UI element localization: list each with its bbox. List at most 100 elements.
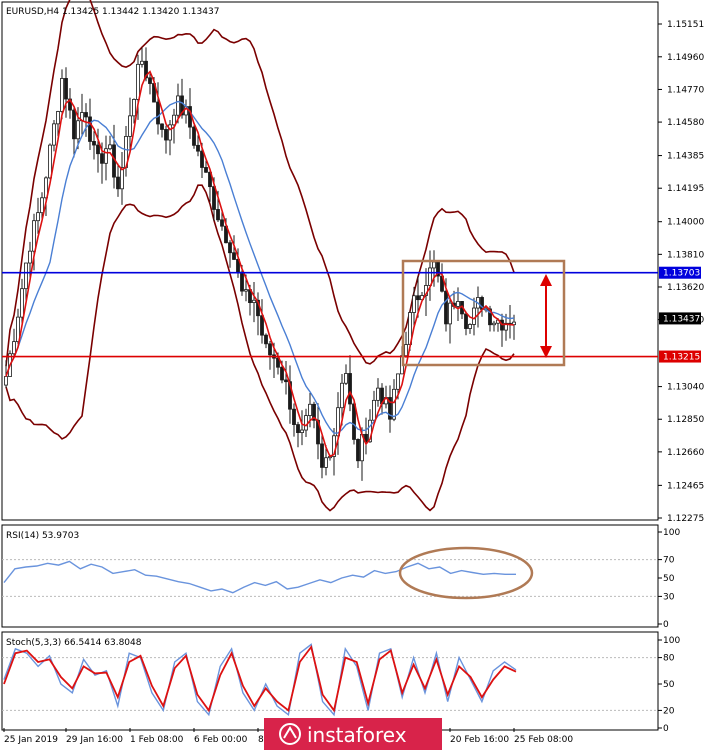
stoch-tick-label: 0 [663,724,669,734]
candle-body [325,458,328,468]
candle-body [29,251,32,263]
candle-body [229,243,232,253]
resistance-price-label: 1.13703 [663,269,700,279]
candle-body [25,263,28,289]
candle-body [293,409,296,424]
candle-body [161,124,164,129]
main-chart-header: EURUSD,H4 1.13425 1.13442 1.13420 1.1343… [6,7,219,17]
candle-body [89,117,92,142]
candle-body [73,110,76,139]
price-tick-label: 1.12850 [667,415,704,425]
candle-body [165,129,168,140]
rsi-tick-label: 30 [663,592,675,602]
chart-window: 1.151511.149601.147701.145801.143851.141… [0,0,704,750]
candle-body [465,314,468,329]
candle-body [61,78,64,111]
rsi-header: RSI(14) 53.9703 [6,531,79,541]
price-tick-label: 1.12275 [667,514,704,524]
price-tick-label: 1.13620 [667,283,704,293]
candle-body [321,444,324,468]
stoch-tick-label: 100 [663,636,680,646]
price-tick-label: 1.14960 [667,53,704,63]
candle-body [129,116,132,137]
price-tick-label: 1.13040 [667,383,704,393]
candle-body [393,389,396,419]
candle-body [349,373,352,403]
candle-body [417,296,420,300]
candle-body [373,400,376,420]
candle-body [85,113,88,117]
candle-body [41,198,44,213]
candle-body [305,416,308,430]
candle-body [53,124,56,145]
time-tick-label: 29 Jan 16:00 [66,735,123,745]
time-tick-label: 6 Feb 00:00 [194,735,248,745]
candle-body [121,167,124,188]
chart-canvas: 1.151511.149601.147701.145801.143851.141… [0,0,704,750]
candle-body [253,300,256,302]
price-tick-label: 1.14385 [667,152,704,162]
candle-body [297,425,300,433]
candle-body [105,149,108,164]
candle-body [457,301,460,306]
candle-body [265,335,268,344]
rsi-tick-label: 70 [663,556,675,566]
candle-body [5,376,8,385]
candle-body [57,111,60,123]
price-tick-label: 1.14195 [667,184,704,194]
candle-body [473,308,476,324]
candle-body [413,296,416,313]
stoch-tick-label: 20 [663,706,675,716]
rsi-tick-label: 0 [663,620,669,630]
candle-body [137,64,140,99]
candle-body [93,141,96,145]
price-tick-label: 1.12660 [667,448,704,458]
candle-body [205,167,208,172]
candle-body [449,303,452,324]
candle-body [261,316,264,335]
instaforex-watermark: instaforex [264,718,442,750]
candle-body [177,96,180,115]
candle-body [197,145,200,151]
candle-body [241,272,244,291]
candle-body [221,220,224,226]
rsi-tick-label: 100 [663,528,680,538]
price-tick-label: 1.14000 [667,218,704,228]
candle-body [281,367,284,380]
candle-body [149,78,152,84]
candle-body [33,221,36,251]
candle-body [345,373,348,383]
candle-body [49,145,52,178]
candle-body [157,102,160,124]
candle-body [217,209,220,219]
candle-body [245,290,248,291]
candle-body [233,253,236,260]
candle-body [133,99,136,115]
candle-body [493,323,496,325]
price-tick-label: 1.13810 [667,250,704,260]
candle-body [269,344,272,355]
candle-body [13,342,16,354]
candle-body [357,439,360,460]
candle-body [97,145,100,154]
time-tick-label: 25 Jan 2019 [4,735,58,745]
price-tick-label: 1.14580 [667,118,704,128]
time-tick-label: 20 Feb 16:00 [450,735,509,745]
candle-body [117,177,120,189]
candle-body [433,262,436,268]
candle-body [445,291,448,324]
candle-body [353,404,356,439]
time-tick-label: 25 Feb 08:00 [514,735,573,745]
candle-body [341,383,344,407]
candle-body [101,154,104,164]
support-price-label: 1.13215 [663,353,700,363]
last-price-label: 1.13437 [663,314,700,324]
candle-body [37,213,40,221]
candle-body [21,289,24,317]
candle-body [193,127,196,145]
candle-body [377,388,380,400]
stoch-header: Stoch(5,3,3) 66.5414 63.8048 [6,638,142,648]
candle-body [405,345,408,356]
candle-body [469,324,472,328]
candle-body [309,404,312,415]
